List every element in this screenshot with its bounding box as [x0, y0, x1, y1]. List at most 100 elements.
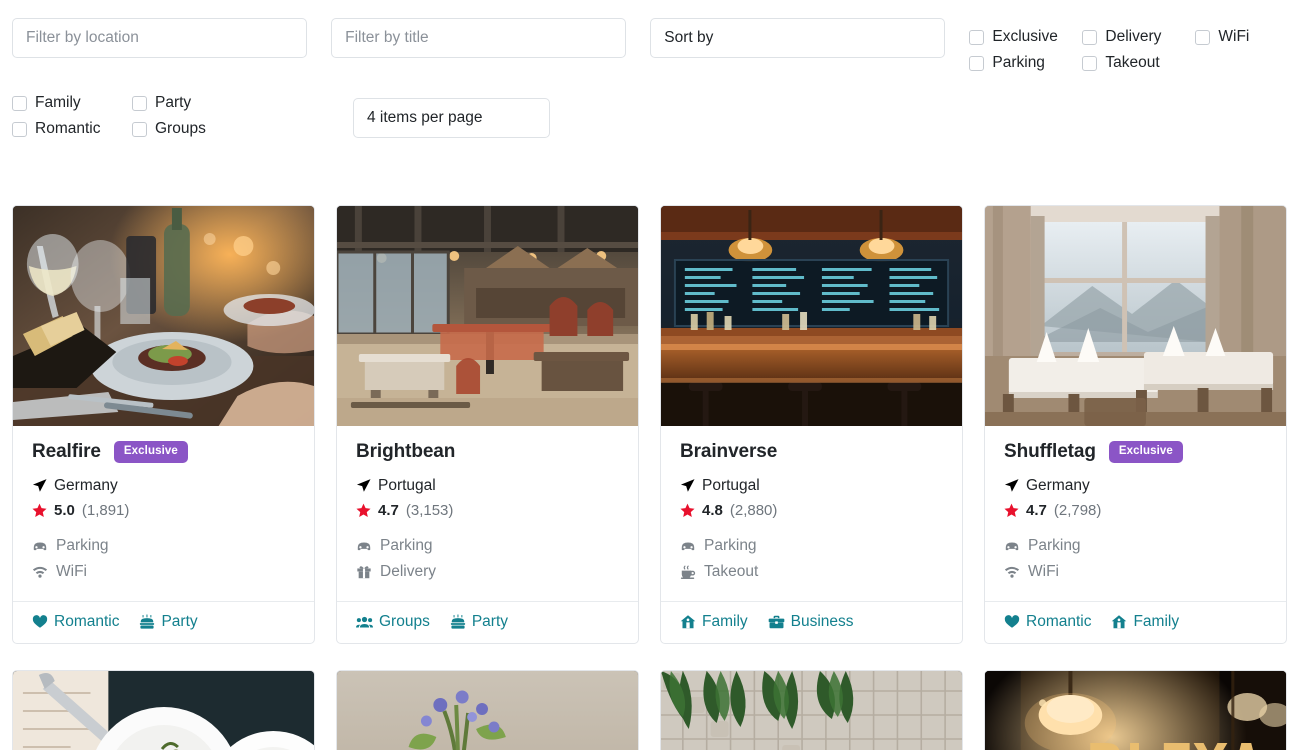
card-row-1: Realfire Exclusive Germany 5.0 (1,891) P…	[12, 205, 1288, 644]
sort-by-select[interactable]: Sort by	[650, 18, 946, 58]
checkbox-label: Takeout	[1105, 54, 1160, 71]
checkbox-exclusive[interactable]: Exclusive	[969, 24, 1082, 50]
card-footer: Groups Party	[337, 601, 638, 643]
checkbox-groups[interactable]: Groups	[132, 116, 252, 142]
amenity-label: WiFi	[1028, 563, 1059, 580]
per-page-cell: 4 items per page	[353, 90, 678, 138]
card-amenity-parking: Parking	[1004, 533, 1267, 559]
star-icon	[356, 503, 371, 518]
restaurant-card[interactable]	[984, 670, 1287, 750]
checkbox-box-icon[interactable]	[132, 95, 147, 111]
coffee-cup-icon	[680, 564, 696, 580]
checkbox-box-icon[interactable]	[1082, 29, 1098, 45]
feature-checkbox-grid: Exclusive Delivery WiFi Parking Takeout	[969, 18, 1288, 76]
checkbox-box-icon[interactable]	[969, 55, 985, 71]
card-image-restaurant-table-plate-wine[interactable]	[13, 206, 314, 426]
heart-icon	[32, 614, 48, 630]
amenity-label: Parking	[704, 537, 757, 554]
checkbox-box-icon[interactable]	[1195, 29, 1211, 45]
checkbox-box-icon[interactable]	[12, 121, 27, 137]
wifi-icon	[32, 564, 48, 580]
card-image-plated-food-overhead[interactable]	[13, 671, 314, 750]
sort-filter-cell: Sort by	[650, 18, 969, 58]
card-footer: Family Business	[661, 601, 962, 643]
title-filter-input[interactable]	[331, 18, 627, 58]
restaurant-card[interactable]: Brainverse Portugal 4.8 (2,880) Parking …	[660, 205, 963, 644]
card-image-bar-counter-neon-lights[interactable]	[661, 206, 962, 426]
tag-label: Groups	[379, 613, 430, 630]
checkbox-takeout[interactable]: Takeout	[1082, 50, 1195, 76]
tag-label: Romantic	[54, 613, 120, 630]
tag-chip-family[interactable]: Family	[680, 613, 748, 631]
card-rating-score: 4.7	[1026, 502, 1047, 519]
tag-chip-romantic[interactable]: Romantic	[32, 613, 119, 631]
restaurant-cards-area: Realfire Exclusive Germany 5.0 (1,891) P…	[0, 205, 1300, 750]
filter-bar-secondary: Family Party Romantic Groups 4 items per…	[0, 76, 1300, 142]
tag-chip-business[interactable]: Business	[768, 613, 854, 631]
title-filter-cell	[331, 18, 650, 58]
card-location-row: Germany	[1004, 473, 1267, 498]
checkbox-box-icon[interactable]	[969, 29, 985, 45]
wifi-icon	[1004, 564, 1020, 580]
card-location: Portugal	[378, 476, 436, 494]
restaurant-card[interactable]	[336, 670, 639, 750]
card-title-row: Brightbean	[356, 439, 619, 465]
checkbox-family[interactable]: Family	[12, 90, 132, 116]
location-filter-cell	[12, 18, 331, 58]
amenity-label: Takeout	[704, 563, 759, 580]
card-rating-score: 4.7	[378, 502, 399, 519]
car-icon	[356, 538, 372, 554]
card-image-relax-sign-warm-lights[interactable]	[985, 671, 1286, 750]
card-title-row: Realfire Exclusive	[32, 439, 295, 465]
tag-chip-groups[interactable]: Groups	[356, 613, 430, 631]
card-row-2	[12, 670, 1288, 750]
items-per-page-select[interactable]: 4 items per page	[353, 98, 550, 138]
card-location: Portugal	[702, 476, 760, 494]
card-image-restaurant-interior-dining-hall[interactable]	[337, 206, 638, 426]
card-image-bright-dining-room-window[interactable]	[985, 206, 1286, 426]
card-image-flowers-wine-glasses[interactable]	[337, 671, 638, 750]
restaurant-card[interactable]: Realfire Exclusive Germany 5.0 (1,891) P…	[12, 205, 315, 644]
filter-bar: Sort by Exclusive Delivery WiFi	[0, 0, 1300, 76]
card-rating-row: 5.0 (1,891)	[32, 498, 295, 523]
card-body: Realfire Exclusive Germany 5.0 (1,891) P…	[13, 426, 314, 601]
card-location-row: Germany	[32, 473, 295, 498]
card-rating-score: 5.0	[54, 502, 75, 519]
card-image-hanging-plants-lamps[interactable]	[661, 671, 962, 750]
tag-chip-family[interactable]: Family	[1111, 613, 1179, 631]
checkbox-box-icon[interactable]	[12, 95, 27, 111]
restaurant-card[interactable]	[12, 670, 315, 750]
checkbox-box-icon[interactable]	[1082, 55, 1098, 71]
card-amenity-parking: Parking	[680, 533, 943, 559]
tag-chip-party[interactable]: Party	[139, 613, 198, 631]
card-amenity-delivery: Delivery	[356, 559, 619, 585]
restaurant-card[interactable]: Brightbean Portugal 4.7 (3,153) Parking …	[336, 205, 639, 644]
location-arrow-icon	[356, 478, 371, 493]
restaurant-card[interactable]	[660, 670, 963, 750]
checkbox-wifi[interactable]: WiFi	[1195, 24, 1249, 50]
checkbox-party[interactable]: Party	[132, 90, 252, 116]
restaurant-listing-page: Sort by Exclusive Delivery WiFi	[0, 0, 1300, 750]
card-rating-row: 4.7 (3,153)	[356, 498, 619, 523]
tag-chip-party[interactable]: Party	[450, 613, 508, 631]
checkbox-romantic[interactable]: Romantic	[12, 116, 132, 142]
card-review-count: (1,891)	[81, 502, 130, 519]
location-arrow-icon	[680, 478, 695, 493]
checkbox-delivery[interactable]: Delivery	[1082, 24, 1195, 50]
restaurant-card[interactable]: Shuffletag Exclusive Germany 4.7 (2,798)…	[984, 205, 1287, 644]
card-body: Brainverse Portugal 4.8 (2,880) Parking …	[661, 426, 962, 601]
card-review-count: (2,798)	[1053, 502, 1102, 519]
card-review-count: (2,880)	[729, 502, 778, 519]
checkbox-box-icon[interactable]	[132, 121, 147, 137]
card-title: Brightbean	[356, 441, 456, 462]
heart-icon	[1004, 614, 1020, 630]
location-filter-input[interactable]	[12, 18, 308, 58]
card-rating-row: 4.7 (2,798)	[1004, 498, 1267, 523]
checkbox-parking[interactable]: Parking	[969, 50, 1082, 76]
house-icon	[1111, 614, 1127, 630]
tag-chip-romantic[interactable]: Romantic	[1004, 613, 1091, 631]
card-location: Germany	[1026, 476, 1090, 494]
car-icon	[1004, 538, 1020, 554]
users-icon	[356, 614, 373, 630]
car-icon	[32, 538, 48, 554]
